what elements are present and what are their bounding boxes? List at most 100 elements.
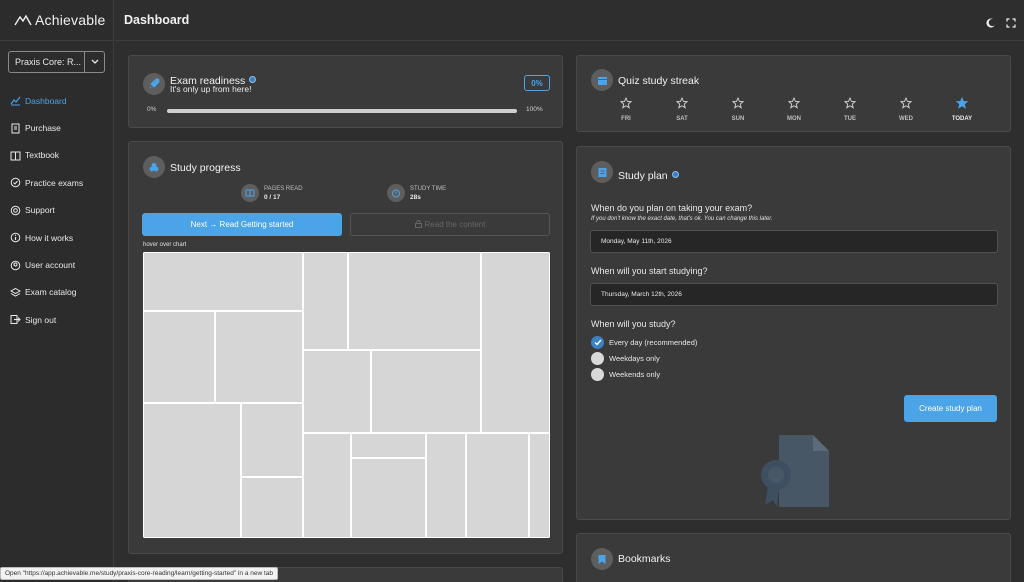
treemap-cell[interactable] — [351, 458, 426, 538]
pages-read-value: 0 / 17 — [264, 193, 281, 201]
radio-weekends-only[interactable]: Weekends only — [591, 368, 660, 381]
sidebar-item-exam-catalog[interactable]: Exam catalog — [10, 279, 83, 306]
sidebar-nav: Dashboard Purchase Textbook Practice exa… — [10, 87, 83, 334]
lifebuoy-icon — [10, 205, 21, 216]
logo[interactable]: Achievable — [0, 0, 113, 41]
chart-icon — [10, 95, 21, 106]
study-plan-card: Study plan When do you plan on taking yo… — [576, 146, 1011, 520]
treemap-cell[interactable] — [371, 350, 481, 433]
page-title: Dashboard — [124, 13, 190, 27]
study-time-value: 28s — [410, 193, 421, 201]
exam-icon — [10, 177, 21, 188]
certificate-document-icon — [755, 433, 833, 514]
star-outline-icon — [731, 96, 745, 114]
study-plan-title: Study plan — [618, 170, 668, 182]
signout-icon — [10, 314, 21, 325]
book-icon — [10, 150, 21, 161]
receipt-icon — [10, 123, 21, 134]
study-time-stat: STUDY TIME 28s — [387, 184, 446, 202]
next-read-button[interactable]: Next → Read Getting started — [142, 213, 342, 236]
radio-weekdays-only[interactable]: Weekdays only — [591, 352, 660, 365]
pages-read-stat: PAGES READ 0 / 17 — [241, 184, 303, 202]
treemap-cell[interactable] — [143, 252, 303, 311]
calendar-icon — [591, 69, 613, 91]
treemap-cell[interactable] — [303, 252, 348, 350]
study-days-question: When will you study? — [591, 319, 676, 329]
course-select[interactable]: Praxis Core: R... — [8, 51, 105, 73]
sidebar-item-how-it-works[interactable]: How it works — [10, 224, 83, 251]
link-preview-tooltip: Open "https://app.achievable.me/study/pr… — [0, 567, 279, 580]
sidebar-item-label: Sign out — [25, 314, 57, 325]
dark-mode-moon-icon[interactable] — [986, 15, 996, 33]
radio-label: Every day (recommended) — [609, 338, 698, 347]
sidebar-item-practice-exams[interactable]: Practice exams — [10, 169, 83, 196]
quiz-streak-card: Quiz study streak FRI SAT SUN MON TUE WE… — [576, 55, 1011, 132]
streak-day-label: FRI — [621, 116, 631, 122]
quiz-streak-title: Quiz study streak — [618, 75, 700, 87]
pages-read-label: PAGES READ — [264, 185, 303, 192]
course-select-value: Praxis Core: R... — [15, 57, 82, 67]
treemap-cell[interactable] — [215, 311, 303, 403]
streak-day-today: TODAY — [942, 96, 982, 122]
info-icon — [10, 232, 21, 243]
treemap-cell[interactable] — [143, 403, 241, 538]
sidebar-item-support[interactable]: Support — [10, 197, 83, 224]
radio-label: Weekends only — [609, 370, 661, 379]
sidebar-item-purchase[interactable]: Purchase — [10, 114, 83, 141]
top-bar: Dashboard — [115, 0, 1024, 41]
treemap-cell[interactable] — [426, 433, 466, 538]
treemap-cell[interactable] — [348, 252, 481, 350]
treemap-cell[interactable] — [241, 403, 303, 477]
sidebar-item-label: Dashboard — [25, 95, 67, 106]
info-dot-icon[interactable] — [671, 171, 679, 179]
treemap-cell[interactable] — [481, 252, 550, 433]
logo-mountain-icon — [14, 14, 32, 26]
radio-label: Weekdays only — [609, 354, 660, 363]
cluster-icon — [143, 156, 165, 178]
sidebar-item-sign-out[interactable]: Sign out — [10, 306, 83, 333]
start-date-field[interactable]: Thursday, March 12th, 2026 — [590, 283, 998, 306]
chevron-down-icon — [84, 52, 104, 72]
readiness-percent-badge: 0% — [524, 75, 550, 91]
treemap-cell[interactable] — [303, 433, 351, 538]
create-study-plan-button[interactable]: Create study plan — [904, 395, 997, 422]
study-time-label: STUDY TIME — [410, 185, 447, 192]
treemap-cell[interactable] — [466, 433, 529, 538]
star-outline-icon — [675, 96, 689, 114]
book-open-icon — [241, 184, 259, 202]
treemap-cell[interactable] — [241, 477, 303, 538]
star-outline-icon — [619, 96, 633, 114]
bookmarks-title: Bookmarks — [618, 553, 671, 565]
treemap-cell[interactable] — [529, 433, 550, 538]
user-icon — [10, 260, 21, 271]
stopwatch-icon — [387, 184, 405, 202]
sidebar: Achievable Praxis Core: R... Dashboard P… — [0, 0, 114, 582]
streak-day-tue: TUE — [830, 96, 870, 122]
sidebar-item-textbook[interactable]: Textbook — [10, 142, 83, 169]
sidebar-item-label: User account — [25, 260, 76, 271]
fullscreen-icon[interactable] — [1006, 15, 1016, 33]
treemap-cell[interactable] — [143, 311, 215, 403]
chart-hint: hover over chart — [143, 242, 187, 248]
treemap-cell[interactable] — [351, 433, 426, 458]
exam-date-question: When do you plan on taking your exam? — [591, 203, 753, 213]
study-progress-title: Study progress — [170, 162, 241, 174]
study-progress-treemap[interactable] — [143, 252, 550, 538]
read-content-button[interactable]: Read the content — [350, 213, 550, 236]
treemap-cell[interactable] — [303, 350, 371, 433]
streak-day-label: TUE — [844, 116, 856, 122]
check-icon — [591, 336, 604, 349]
sidebar-item-label: How it works — [25, 232, 74, 243]
exam-date-field[interactable]: Monday, May 11th, 2026 — [590, 230, 998, 253]
streak-day-label: WED — [899, 116, 913, 122]
streak-day-sun: SUN — [718, 96, 758, 122]
radio-every-day[interactable]: Every day (recommended) — [591, 336, 697, 349]
exam-date-hint: If you don't know the exact date, that's… — [591, 216, 773, 222]
star-outline-icon — [899, 96, 913, 114]
sidebar-item-user-account[interactable]: User account — [10, 251, 83, 278]
streak-day-fri: FRI — [606, 96, 646, 122]
sidebar-item-dashboard[interactable]: Dashboard — [10, 87, 83, 114]
exam-readiness-subtitle: It's only up from here! — [170, 84, 252, 94]
info-dot-icon[interactable] — [249, 76, 257, 84]
star-outline-icon — [787, 96, 801, 114]
